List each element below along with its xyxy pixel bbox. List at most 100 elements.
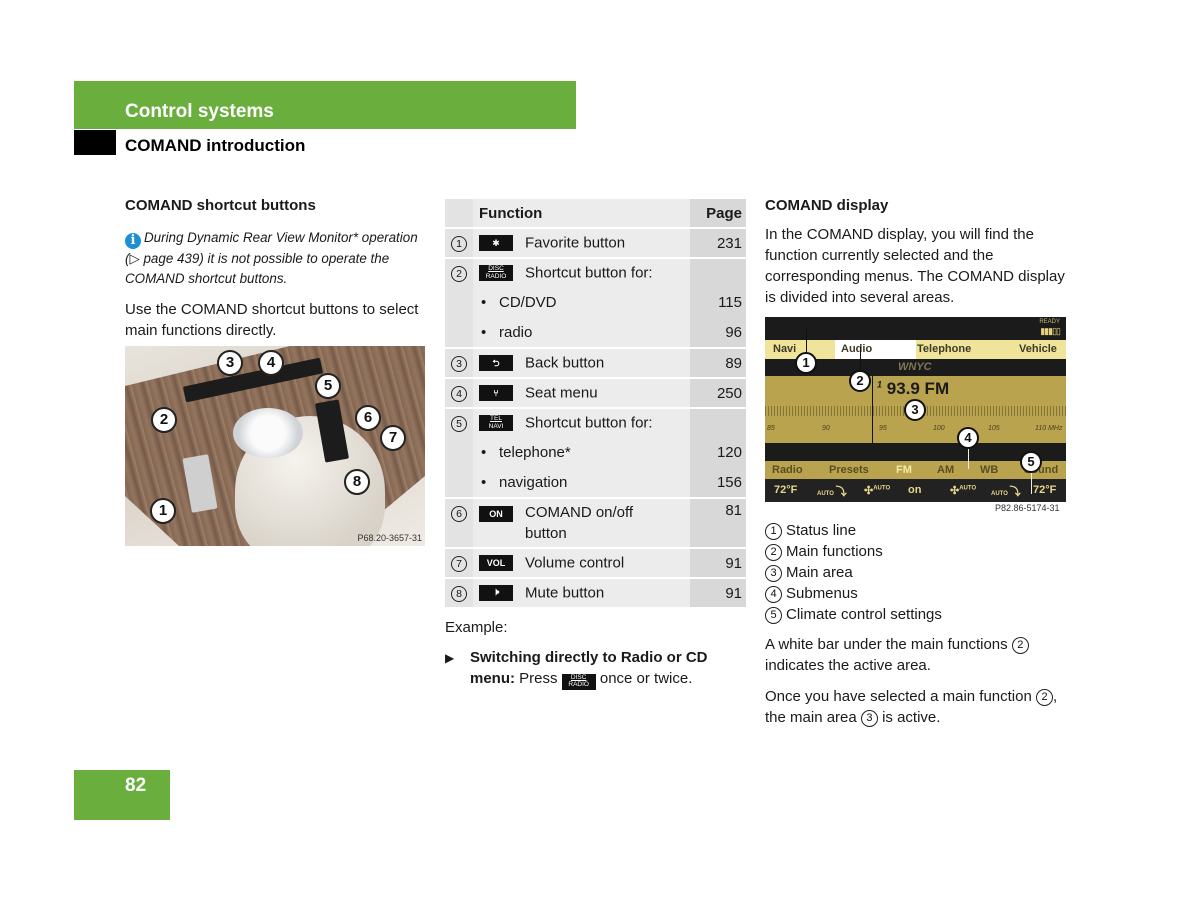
climate-airflow-right: AUTO ⤵ <box>991 486 1021 498</box>
legend-item: 3 Main area <box>765 562 942 583</box>
climate-fan-left: ✣AUTO <box>864 485 891 497</box>
climate-airflow-left: AUTO ⤵ <box>817 486 847 498</box>
white-bar-paragraph: A white bar under the main functions 2 i… <box>765 634 1070 676</box>
shortcut-heading: COMAND shortcut buttons <box>125 197 316 214</box>
section-title: Control systems <box>125 101 274 122</box>
row-page <box>690 257 746 287</box>
display-paragraph: In the COMAND display, you will find the… <box>765 226 1065 306</box>
step-end: once or twice. <box>599 670 693 687</box>
table-row: • radio 96 <box>445 317 746 348</box>
info-icon: i <box>125 233 141 249</box>
shortcut-button-table: Function Page 1 ✱ Favorite button 231 2 D… <box>445 199 746 607</box>
row-page: 91 <box>690 577 746 607</box>
step-press: Press <box>519 670 558 687</box>
comand-display-section: COMAND display In the COMAND display, yo… <box>765 197 1070 318</box>
photo-callout-5: 5 <box>315 373 341 399</box>
step-arrow-icon: ▶ <box>445 651 455 665</box>
legend-item: 4 Submenus <box>765 583 942 604</box>
callout-line <box>968 447 969 469</box>
comand-display-image: READY ▮▮▮▯▯ Navi Audio Telephone Vehicle … <box>765 317 1066 502</box>
controller-ring <box>233 408 303 458</box>
main-function-navi: Navi <box>773 343 797 355</box>
submenu-presets: Presets <box>829 464 869 476</box>
page-number: 82 <box>125 775 147 796</box>
table-row: 3 ⮌ Back button 89 <box>445 347 746 378</box>
table-row: 6 ON COMAND on/off button 81 <box>445 497 746 548</box>
photo-callout-4: 4 <box>258 350 284 376</box>
table-row: 5 TEL NAVI Shortcut button for: <box>445 407 746 437</box>
row-number: 4 <box>451 386 467 402</box>
signal-bars-icon: ▮▮▮▯▯ <box>1040 326 1061 336</box>
row-page: 89 <box>690 347 746 378</box>
example-step: ▶ Switching directly to Radio or CD menu… <box>445 647 745 690</box>
info-note-text: During Dynamic Rear View Monitor* operat… <box>125 230 418 286</box>
row-number: 2 <box>451 266 467 282</box>
display-callout-1: 1 <box>795 352 817 374</box>
display-callout-5: 5 <box>1020 451 1042 473</box>
row-function: Seat menu <box>525 384 598 402</box>
tel-navi-key-icon: TEL NAVI <box>479 415 513 432</box>
table-row: 4 ⑂ Seat menu 250 <box>445 377 746 408</box>
on-key-icon: ON <box>479 506 513 522</box>
shortcut-buttons-photo: 3 4 5 2 6 7 8 1 P68.20-3657-31 <box>125 346 425 546</box>
row-number: 5 <box>451 416 467 432</box>
main-function-vehicle: Vehicle <box>1019 343 1057 355</box>
subsection-title: COMAND introduction <box>125 136 306 155</box>
frequency-readout: 1 93.9 FM <box>877 379 950 398</box>
photo-callout-7: 7 <box>380 425 406 451</box>
climate-fan-right: ✣AUTO <box>950 485 977 497</box>
table-row: 2 DISC RADIO Shortcut button for: <box>445 257 746 287</box>
display-explanation: A white bar under the main functions 2 i… <box>765 634 1070 738</box>
ready-indicator: READY ▮▮▮▯▯ <box>1039 319 1061 336</box>
display-image-code: P82.86-5174-31 <box>995 503 1060 513</box>
photo-callout-2: 2 <box>151 407 177 433</box>
tuning-needle <box>872 376 873 443</box>
seat-airflow-icon: ⤵ <box>1009 486 1021 498</box>
row-function: COMAND on/off button <box>525 504 634 542</box>
legend-item: 2 Main functions <box>765 541 942 562</box>
disc-radio-key-icon: DISC RADIO <box>479 265 513 282</box>
row-page: 81 <box>690 497 746 548</box>
row-bullet-text: radio <box>499 323 533 341</box>
row-function: Volume control <box>525 554 625 572</box>
row-function: Shortcut button for: <box>525 414 653 432</box>
row-number: 6 <box>451 506 467 522</box>
header-function: Function <box>473 199 690 228</box>
submenu-wb: WB <box>980 464 999 476</box>
display-callout-2: 2 <box>849 370 871 392</box>
submenu-radio: Radio <box>772 464 803 476</box>
table-row: 7 VOL Volume control 91 <box>445 547 746 578</box>
seat-key-icon: ⑂ <box>479 385 513 402</box>
vol-key-icon: VOL <box>479 555 513 572</box>
status-line: READY ▮▮▮▯▯ <box>765 317 1066 340</box>
table-row: • CD/DVD 115 <box>445 287 746 317</box>
row-bullet-text: navigation <box>499 473 568 491</box>
row-page: 91 <box>690 547 746 578</box>
seat-airflow-icon: ⤵ <box>835 486 847 498</box>
back-arrow-key-icon: ⮌ <box>479 355 513 372</box>
row-function: Back button <box>525 354 605 372</box>
mute-key-icon: 🕨 <box>479 585 513 602</box>
callout-line <box>806 327 807 355</box>
shortcut-buttons-section: COMAND shortcut buttons i During Dynamic … <box>125 197 425 351</box>
callout-line <box>860 347 861 372</box>
row-number: 7 <box>451 556 467 572</box>
row-number: 1 <box>451 236 467 252</box>
submenu-am: AM <box>937 464 955 476</box>
fan-icon: ✣ <box>950 485 960 497</box>
submenu-fm: FM <box>896 464 912 476</box>
row-page: 96 <box>690 317 746 348</box>
row-number: 3 <box>451 356 467 372</box>
row-bullet-text: CD/DVD <box>499 293 557 311</box>
table-row: 8 🕨 Mute button 91 <box>445 577 746 607</box>
callout-line <box>1031 472 1032 494</box>
climate-bar: 72°F AUTO ⤵ ✣AUTO on ✣AUTO AUTO ⤵ 72°F <box>765 479 1066 502</box>
subsection-marker <box>74 130 116 155</box>
photo-code: P68.20-3657-31 <box>357 533 422 543</box>
example-section: Example: ▶ Switching directly to Radio o… <box>445 617 745 690</box>
main-function-audio: Audio <box>835 340 916 361</box>
example-label: Example: <box>445 619 508 636</box>
row-page: 115 <box>690 287 746 317</box>
shortcut-paragraph: Use the COMAND shortcut buttons to selec… <box>125 301 419 339</box>
disc-radio-key-icon: DISC RADIO <box>561 673 596 690</box>
